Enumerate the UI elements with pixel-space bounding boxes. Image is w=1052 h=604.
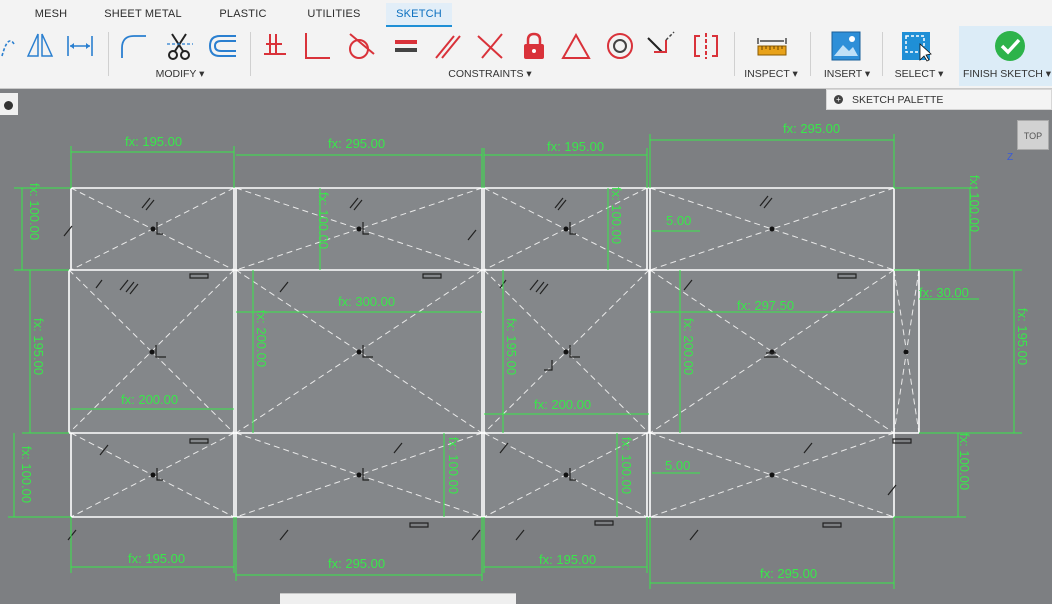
dimension-label[interactable]: fx: 295.00 (328, 556, 385, 571)
dimension-label[interactable]: fx: 200.00 (534, 397, 591, 412)
parallel-constraint-icon[interactable] (432, 30, 464, 64)
dimension-label[interactable]: fx: 295.00 (328, 136, 385, 151)
dimension-label[interactable]: fx: 195.00 (1015, 308, 1030, 365)
dimension-label[interactable]: fx: 30.00 (919, 285, 969, 300)
tab-sheet-metal[interactable]: SHEET METAL (100, 3, 186, 25)
tangent-constraint-icon[interactable] (344, 30, 376, 64)
dimension-label[interactable]: fx: 100.00 (619, 437, 634, 494)
finish-sketch-check-icon[interactable] (994, 30, 1026, 64)
dimension-label[interactable]: fx: 195.00 (125, 134, 182, 149)
dimension-label[interactable]: fx: 297.50 (737, 298, 794, 313)
modify-menu[interactable]: MODIFY ▾ (140, 68, 220, 80)
horizontal-vertical-constraint-icon[interactable] (474, 30, 506, 64)
dimension-label[interactable]: fx: 200.00 (254, 310, 269, 367)
dimension-label[interactable]: 5.00 (666, 213, 691, 228)
dimension-label[interactable]: fx: 195.00 (128, 551, 185, 566)
sketch-profiles (69, 188, 919, 517)
separator (882, 32, 883, 76)
z-axis-label: Z (1007, 152, 1013, 163)
dimension-label[interactable]: fx: 100.00 (967, 175, 982, 232)
offset-tool-icon[interactable] (206, 30, 238, 64)
dimension-label[interactable]: fx: 200.00 (121, 392, 178, 407)
collinear-constraint-icon[interactable] (644, 30, 676, 64)
dimension-label[interactable]: fx: 200.00 (681, 318, 696, 375)
tab-plastic[interactable]: PLASTIC (208, 3, 278, 25)
sketch-canvas[interactable]: Z fx: 195.00 fx: 295.00 fx: 195.00 fx: 2… (0, 88, 1052, 593)
dimension-label[interactable]: 5.00 (665, 458, 690, 473)
fix-lock-icon[interactable] (518, 30, 550, 64)
dimension-label[interactable]: fx: 100.00 (316, 192, 331, 249)
midpoint-triangle-icon[interactable] (560, 30, 592, 64)
dimension-label[interactable]: fx: 100.00 (609, 187, 624, 244)
separator (734, 32, 735, 76)
insert-image-icon[interactable] (830, 30, 862, 64)
perpendicular-constraint-icon[interactable] (302, 30, 334, 64)
dimension-label[interactable]: fx: 300.00 (338, 294, 395, 309)
dimension-label[interactable]: fx: 195.00 (539, 552, 596, 567)
dimension-tool-icon[interactable] (64, 30, 96, 64)
dimension-label[interactable]: fx: 100.00 (957, 433, 972, 490)
dimension-label[interactable]: fx: 195.00 (547, 139, 604, 154)
select-window-icon[interactable] (900, 30, 932, 64)
concentric-constraint-icon[interactable] (604, 30, 636, 64)
separator (108, 32, 109, 76)
equal-constraint-icon[interactable] (390, 30, 422, 64)
dimension-label[interactable]: fx: 195.00 (504, 318, 519, 375)
trim-scissors-icon[interactable] (164, 30, 196, 64)
dimension-label[interactable]: fx: 295.00 (783, 121, 840, 136)
coincident-constraint-icon[interactable] (260, 30, 292, 64)
dimension-label[interactable]: fx: 295.00 (760, 566, 817, 581)
fillet-tool-icon[interactable] (118, 30, 150, 64)
mirror-tool-icon[interactable] (24, 30, 56, 64)
dimension-label[interactable]: fx: 100.00 (446, 437, 461, 494)
ribbon-toolbar: MESH SHEET METAL PLASTIC UTILITIES SKETC… (0, 0, 1052, 89)
inspect-menu[interactable]: INSPECT ▾ (738, 68, 804, 80)
separator (810, 32, 811, 76)
tab-utilities[interactable]: UTILITIES (298, 3, 370, 25)
dimension-label[interactable]: fx: 195.00 (31, 318, 46, 375)
select-menu[interactable]: SELECT ▾ (886, 68, 952, 80)
symmetry-constraint-icon[interactable] (690, 30, 722, 64)
tab-mesh[interactable]: MESH (22, 3, 80, 25)
measure-ruler-icon[interactable] (756, 30, 788, 64)
constraints-menu[interactable]: CONSTRAINTS ▾ (430, 68, 550, 80)
separator (250, 32, 251, 76)
ribbon-tabs: MESH SHEET METAL PLASTIC UTILITIES SKETC… (0, 0, 1052, 28)
navigation-bar[interactable] (280, 593, 516, 604)
finish-sketch-button[interactable]: FINISH SKETCH ▾ (961, 68, 1052, 80)
insert-menu[interactable]: INSERT ▾ (816, 68, 878, 80)
dimension-label[interactable]: fx: 100.00 (27, 183, 42, 240)
tab-sketch[interactable]: SKETCH (386, 3, 452, 27)
dimension-label[interactable]: fx: 100.00 (19, 446, 34, 503)
